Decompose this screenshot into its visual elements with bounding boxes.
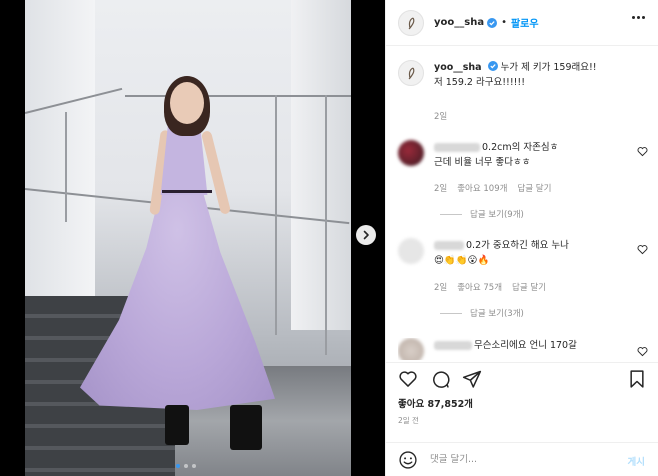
view-replies-button[interactable]: 답글 보기(3개) [440, 307, 524, 319]
comment-body: 0.2cm의 자존심ㅎ 근데 비율 너무 좋다ㅎㅎ [434, 140, 624, 170]
comment-like-heart-icon[interactable] [637, 346, 648, 357]
comment-time: 2일 [434, 184, 448, 194]
add-comment-bar: 게시 [386, 442, 658, 476]
commenter-username[interactable] [434, 241, 464, 250]
comment-likes[interactable]: 좋아요 109개 [457, 182, 507, 194]
more-dot [642, 16, 645, 19]
carousel-dot [184, 464, 188, 468]
commenter-avatar[interactable] [398, 338, 424, 360]
comment-text-line2: 근데 비율 너무 좋다ㅎㅎ [434, 157, 531, 168]
next-photo-button[interactable] [356, 225, 376, 245]
heart-icon[interactable] [398, 369, 418, 389]
post-caption: yoo__sha 누가 제 키가 159래요!! 저 159.2 라구요!!!!… [398, 60, 648, 90]
comment-emoji: 😍👏👏😮🔥 [434, 255, 490, 266]
post-media-panel [0, 0, 385, 476]
photo-shoe [230, 405, 262, 450]
photo-railing [125, 95, 351, 97]
more-dot [637, 16, 640, 19]
photo-head [170, 82, 204, 124]
replies-line [440, 312, 462, 314]
reply-button[interactable]: 답글 달기 [512, 281, 546, 293]
action-icons [398, 369, 482, 389]
separator: • [501, 17, 507, 28]
comment-text-line1: 무슨소리에요 언니 170갈 [474, 340, 577, 351]
comment-icon[interactable] [430, 369, 450, 389]
replies-line [440, 213, 462, 215]
caption-line1: 누가 제 키가 159래요!! [497, 62, 597, 73]
caption-text: yoo__sha 누가 제 키가 159래요!! 저 159.2 라구요!!!!… [434, 60, 597, 90]
carousel-dot [176, 464, 180, 468]
view-replies-label: 답글 보기(3개) [470, 309, 524, 319]
carousel-dot [192, 464, 196, 468]
photo-wall-right [291, 0, 351, 330]
next-arrow-icon [363, 230, 369, 240]
photo-railing-post [325, 95, 327, 355]
photo-belt [162, 190, 212, 193]
photo-shoe [165, 405, 189, 445]
bookmark-icon [630, 370, 644, 388]
caption-line2: 저 159.2 라구요!!!!!! [434, 77, 526, 88]
verified-badge-icon [487, 61, 498, 71]
post-comment-button[interactable]: 게시 [628, 454, 645, 468]
post-actions: 좋아요 87,852개 2일 전 [386, 362, 658, 442]
caption-username[interactable]: yoo__sha [434, 62, 482, 73]
comment-meta: 2일 좋아요 109개 답글 달기 [434, 182, 551, 194]
comment-like-heart-icon[interactable] [637, 146, 648, 157]
author-username[interactable]: yoo__sha [434, 17, 484, 28]
likes-count[interactable]: 좋아요 87,852개 [398, 396, 473, 410]
verified-badge-icon [487, 17, 498, 28]
post-side-panel: yoo__sha • 팔로우 yoo__sha 누가 제 키가 159래요!! … [385, 0, 658, 476]
view-replies-label: 답글 보기(9개) [470, 210, 524, 220]
more-dot [632, 16, 635, 19]
comment-body: 0.2가 중요하긴 해요 누나 😍👏👏😮🔥 [434, 238, 624, 268]
feather-avatar-icon [408, 67, 415, 80]
comment-text-line1: 0.2가 중요하긴 해요 누나 [466, 240, 569, 251]
feather-avatar-icon [408, 16, 415, 29]
commenter-avatar[interactable] [398, 238, 424, 264]
bookmark-button[interactable] [627, 369, 647, 392]
share-icon[interactable] [462, 369, 482, 389]
view-replies-button[interactable]: 답글 보기(9개) [440, 208, 524, 220]
commenter-username[interactable] [434, 341, 472, 350]
author-avatar[interactable] [398, 9, 424, 36]
comment-text-line1: 0.2cm의 자존심ㅎ [482, 142, 559, 153]
caption-avatar[interactable] [398, 60, 424, 86]
post-timestamp: 2일 전 [398, 416, 419, 425]
photo-railing-post [275, 95, 277, 335]
comment-meta: 2일 좋아요 75개 답글 달기 [434, 281, 546, 293]
photo-railing-post [65, 112, 67, 222]
comment-input[interactable] [430, 454, 605, 465]
commenter-avatar[interactable] [398, 140, 424, 166]
follow-button[interactable]: 팔로우 [511, 15, 539, 30]
comment-time: 2일 [434, 283, 448, 293]
caption-timestamp: 2일 [434, 112, 448, 122]
photo-wall-left [25, 0, 95, 300]
comment-likes[interactable]: 좋아요 75개 [457, 281, 502, 293]
reply-button[interactable]: 답글 달기 [517, 182, 551, 194]
comment-like-heart-icon[interactable] [637, 244, 648, 255]
comment-item: 무슨소리에요 언니 170갈 [398, 338, 648, 360]
commenter-username[interactable] [434, 143, 480, 152]
post-photo[interactable] [25, 0, 351, 476]
comment-body: 무슨소리에요 언니 170갈 [434, 338, 624, 353]
more-options-icon[interactable] [632, 16, 645, 19]
emoji-icon[interactable] [398, 450, 418, 470]
post-header: yoo__sha • 팔로우 [386, 0, 658, 46]
carousel-indicator [176, 464, 196, 468]
